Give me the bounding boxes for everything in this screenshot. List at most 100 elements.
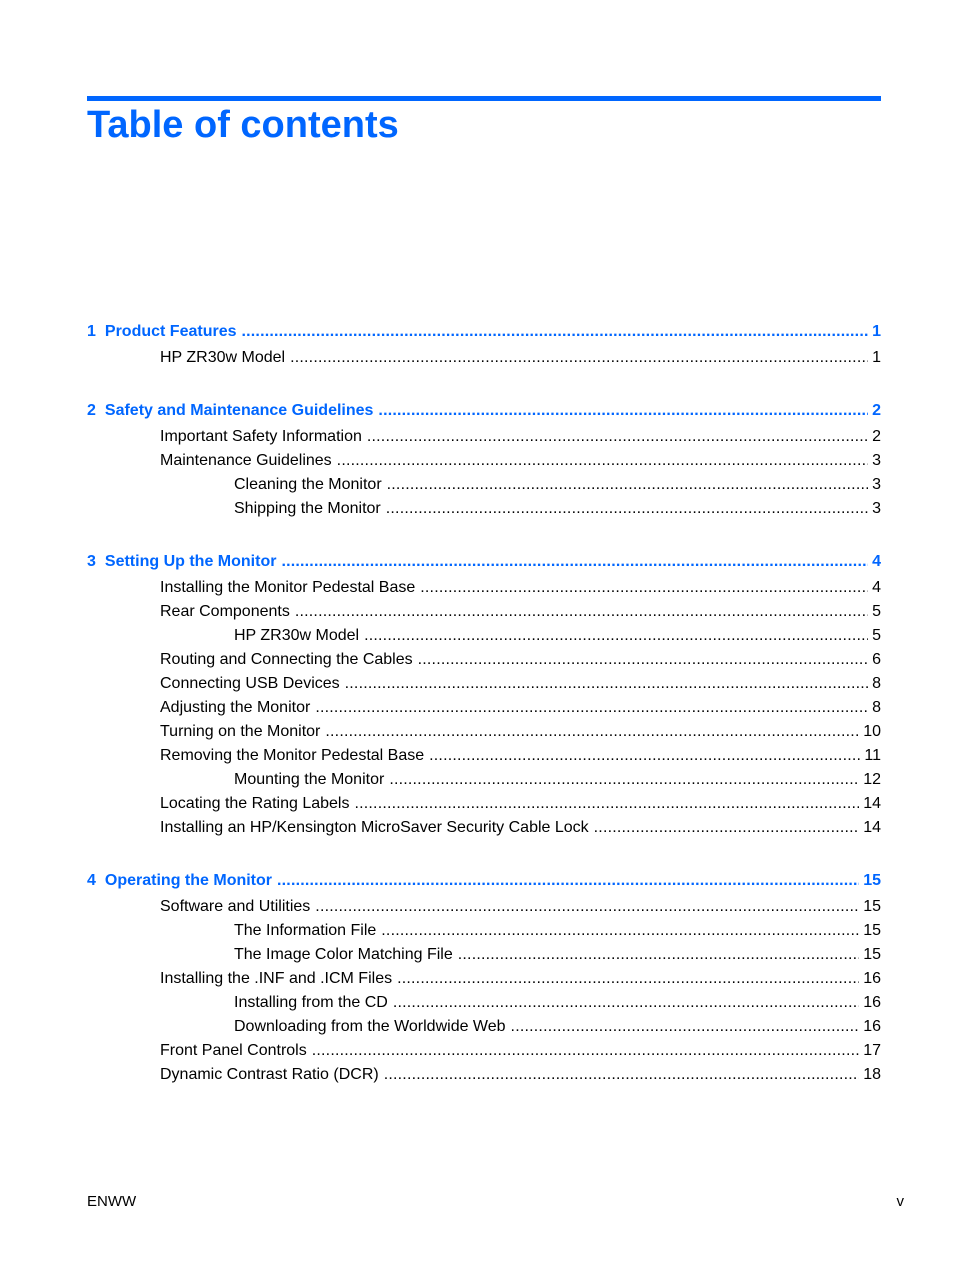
- dot-leader: [315, 895, 859, 919]
- toc-entry-link[interactable]: Mounting the Monitor 12: [87, 768, 881, 792]
- footer-left: ENWW: [87, 1193, 137, 1210]
- toc-entry-link[interactable]: Locating the Rating Labels 14: [87, 792, 881, 816]
- toc-entry-link[interactable]: Routing and Connecting the Cables 6: [87, 648, 881, 672]
- toc-entry-link[interactable]: Installing from the CD 16: [87, 991, 881, 1015]
- entry-title: Shipping the Monitor: [234, 500, 381, 517]
- toc-entry-link[interactable]: Downloading from the Worldwide Web 16: [87, 1015, 881, 1039]
- entry-page: 16: [863, 970, 881, 987]
- entry-page: 15: [863, 946, 881, 963]
- toc-chapter-link[interactable]: 3 Setting Up the Monitor 4: [87, 550, 881, 576]
- chapter-title: Setting Up the Monitor: [104, 553, 277, 570]
- entry-title: Cleaning the Monitor: [234, 476, 382, 493]
- toc-entry-link[interactable]: Removing the Monitor Pedestal Base 11: [87, 744, 881, 768]
- toc-entry-link[interactable]: Rear Components 5: [87, 600, 881, 624]
- toc-entry-link[interactable]: Important Safety Information 2: [87, 425, 881, 449]
- entry-title: Installing an HP/Kensington MicroSaver S…: [160, 819, 589, 836]
- dot-leader: [393, 991, 859, 1015]
- entry-page: 5: [872, 603, 881, 620]
- dot-leader: [397, 967, 859, 991]
- toc-entry-link[interactable]: Front Panel Controls 17: [87, 1039, 881, 1063]
- dot-leader: [312, 1039, 859, 1063]
- dot-leader: [389, 768, 859, 792]
- dot-leader: [418, 648, 868, 672]
- dot-leader: [281, 550, 868, 574]
- toc-entry-link[interactable]: Adjusting the Monitor 8: [87, 696, 881, 720]
- toc-entry-link[interactable]: Installing the .INF and .ICM Files 16: [87, 967, 881, 991]
- dot-leader: [594, 816, 860, 840]
- dot-leader: [378, 399, 868, 423]
- entry-title: Maintenance Guidelines: [160, 452, 332, 469]
- page-title: Table of contents: [87, 104, 399, 146]
- dot-leader: [325, 720, 859, 744]
- entry-title: Front Panel Controls: [160, 1042, 307, 1059]
- toc-chapter-group: 1 Product Features 1 HP ZR30w Model 1: [87, 320, 881, 370]
- chapter-number: 2: [87, 402, 96, 419]
- entry-page: 1: [872, 349, 881, 366]
- entry-title: The Image Color Matching File: [234, 946, 453, 963]
- chapter-number: 4: [87, 872, 96, 889]
- toc-chapter-link[interactable]: 1 Product Features 1: [87, 320, 881, 346]
- toc-entry-link[interactable]: Turning on the Monitor 10: [87, 720, 881, 744]
- entry-page: 18: [863, 1066, 881, 1083]
- entry-page: 11: [864, 747, 881, 764]
- dot-leader: [277, 869, 859, 893]
- entry-title: Installing the .INF and .ICM Files: [160, 970, 393, 987]
- dot-leader: [420, 576, 868, 600]
- toc-entry-link[interactable]: HP ZR30w Model 1: [87, 346, 881, 370]
- toc-entry-link[interactable]: Software and Utilities 15: [87, 895, 881, 919]
- dot-leader: [345, 672, 868, 696]
- entry-title: Downloading from the Worldwide Web: [234, 1018, 506, 1035]
- toc-entry-link[interactable]: Installing an HP/Kensington MicroSaver S…: [87, 816, 881, 840]
- entry-page: 14: [863, 795, 881, 812]
- entry-title: Adjusting the Monitor: [160, 699, 311, 716]
- chapter-number: 1: [87, 323, 96, 340]
- toc-entry-link[interactable]: Installing the Monitor Pedestal Base 4: [87, 576, 881, 600]
- toc-chapter-link[interactable]: 2 Safety and Maintenance Guidelines 2: [87, 399, 881, 425]
- entry-title: Installing the Monitor Pedestal Base: [160, 579, 416, 596]
- entry-page: 15: [863, 898, 881, 915]
- dot-leader: [367, 425, 868, 449]
- dot-leader: [458, 943, 859, 967]
- toc-chapter-group: 4Operating the Monitor15Software and Uti…: [87, 869, 881, 1087]
- title-rule: [87, 96, 881, 101]
- entry-title: Mounting the Monitor: [234, 771, 385, 788]
- toc-entry-link[interactable]: Connecting USB Devices 8: [87, 672, 881, 696]
- entry-title: Connecting USB Devices: [160, 675, 340, 692]
- entry-page: 17: [863, 1042, 881, 1059]
- entry-page: 12: [863, 771, 881, 788]
- dot-leader: [364, 624, 868, 648]
- entry-title: Installing from the CD: [234, 994, 388, 1011]
- dot-leader: [386, 497, 868, 521]
- chapter-page: 15: [863, 872, 881, 889]
- chapter-title: Safety and Maintenance Guidelines: [104, 402, 374, 419]
- entry-title: Important Safety Information: [160, 428, 362, 445]
- toc-chapter-group: 3 Setting Up the Monitor 4 Installing the M…: [87, 550, 881, 840]
- entry-title: Removing the Monitor Pedestal Base: [160, 747, 425, 764]
- toc-entry-link[interactable]: The Image Color Matching File 15: [87, 943, 881, 967]
- dot-leader: [511, 1015, 860, 1039]
- entry-title: Software and Utilities: [160, 898, 311, 915]
- dot-leader: [384, 1063, 859, 1087]
- entry-title: Rear Components: [160, 603, 290, 620]
- chapter-page: 4: [872, 553, 881, 570]
- toc-entry-link[interactable]: Dynamic Contrast Ratio (DCR) 18: [87, 1063, 881, 1087]
- toc-chapter-link[interactable]: 4 Operating the Monitor 15: [87, 869, 881, 895]
- entry-title: The Information File: [234, 922, 377, 939]
- dot-leader: [315, 696, 868, 720]
- entry-page: 3: [872, 452, 881, 469]
- dot-leader: [381, 919, 859, 943]
- toc-entry-link[interactable]: Cleaning the Monitor 3: [87, 473, 881, 497]
- entry-page: 5: [872, 627, 881, 644]
- dot-leader: [242, 320, 869, 344]
- chapter-page: 2: [872, 402, 881, 419]
- toc-entry-link[interactable]: Shipping the Monitor 3: [87, 497, 881, 521]
- entry-page: 6: [872, 651, 881, 668]
- entry-page: 14: [863, 819, 881, 836]
- entry-page: 10: [863, 723, 881, 740]
- chapter-number: 3: [87, 553, 96, 570]
- entry-title: Locating the Rating Labels: [160, 795, 350, 812]
- toc-entry-link[interactable]: The Information File 15: [87, 919, 881, 943]
- toc-entry-link[interactable]: HP ZR30w Model 5: [87, 624, 881, 648]
- dot-leader: [387, 473, 868, 497]
- toc-entry-link[interactable]: Maintenance Guidelines 3: [87, 449, 881, 473]
